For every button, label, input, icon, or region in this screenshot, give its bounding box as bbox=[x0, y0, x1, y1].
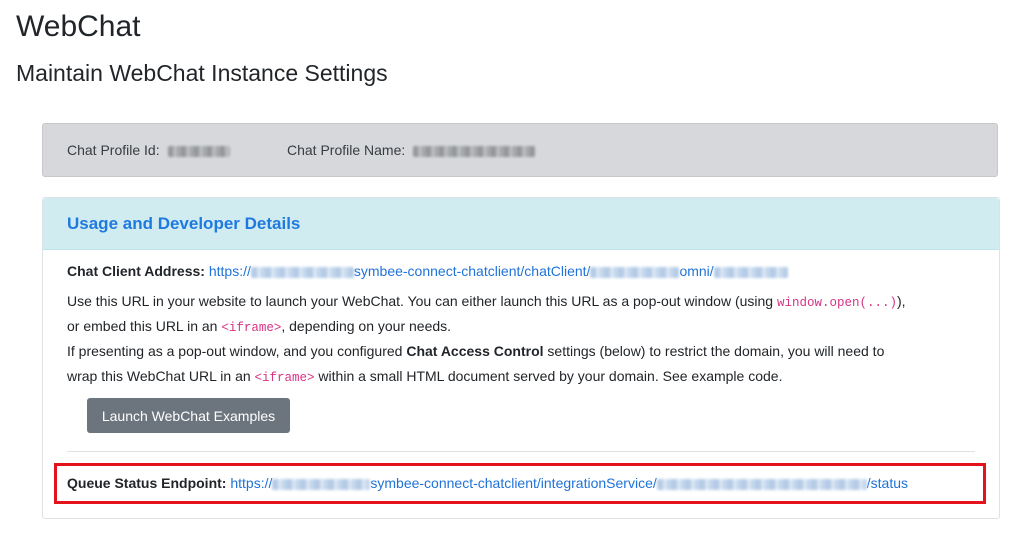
highlight-annotation-box bbox=[54, 463, 986, 504]
divider bbox=[67, 451, 975, 452]
page-subtitle: Maintain WebChat Instance Settings bbox=[16, 60, 388, 86]
chat-profile-name: Chat Profile Name: bbox=[287, 142, 536, 158]
description-line-4: wrap this WebChat URL in an <iframe> wit… bbox=[67, 368, 783, 385]
chat-profile-id-label: Chat Profile Id: bbox=[67, 142, 160, 158]
code-iframe-2: <iframe> bbox=[254, 371, 315, 385]
chat-profile-id: Chat Profile Id: bbox=[67, 142, 230, 158]
launch-webchat-examples-button[interactable]: Launch WebChat Examples bbox=[87, 398, 290, 433]
chat-client-address-link[interactable]: https://symbee-connect-chatclient/chatCl… bbox=[209, 263, 788, 279]
page-title: WebChat bbox=[16, 10, 141, 43]
chat-profile-name-label: Chat Profile Name: bbox=[287, 142, 406, 158]
description-line-1: Use this URL in your website to launch y… bbox=[67, 293, 906, 310]
description-line-2: or embed this URL in an <iframe>, depend… bbox=[67, 318, 452, 335]
redacted-profile-id bbox=[167, 145, 230, 157]
code-window-open: window.open(...) bbox=[776, 296, 898, 310]
chat-client-address-row: Chat Client Address: https://symbee-conn… bbox=[67, 262, 788, 280]
description-line-3: If presenting as a pop-out window, and y… bbox=[67, 343, 885, 359]
card-title: Usage and Developer Details bbox=[67, 214, 301, 233]
card-header: Usage and Developer Details bbox=[43, 198, 999, 250]
redacted-profile-name bbox=[413, 145, 536, 157]
chat-profile-bar: Chat Profile Id: Chat Profile Name: bbox=[42, 123, 998, 177]
chat-client-address-label: Chat Client Address: bbox=[67, 263, 205, 279]
code-iframe: <iframe> bbox=[221, 321, 282, 335]
